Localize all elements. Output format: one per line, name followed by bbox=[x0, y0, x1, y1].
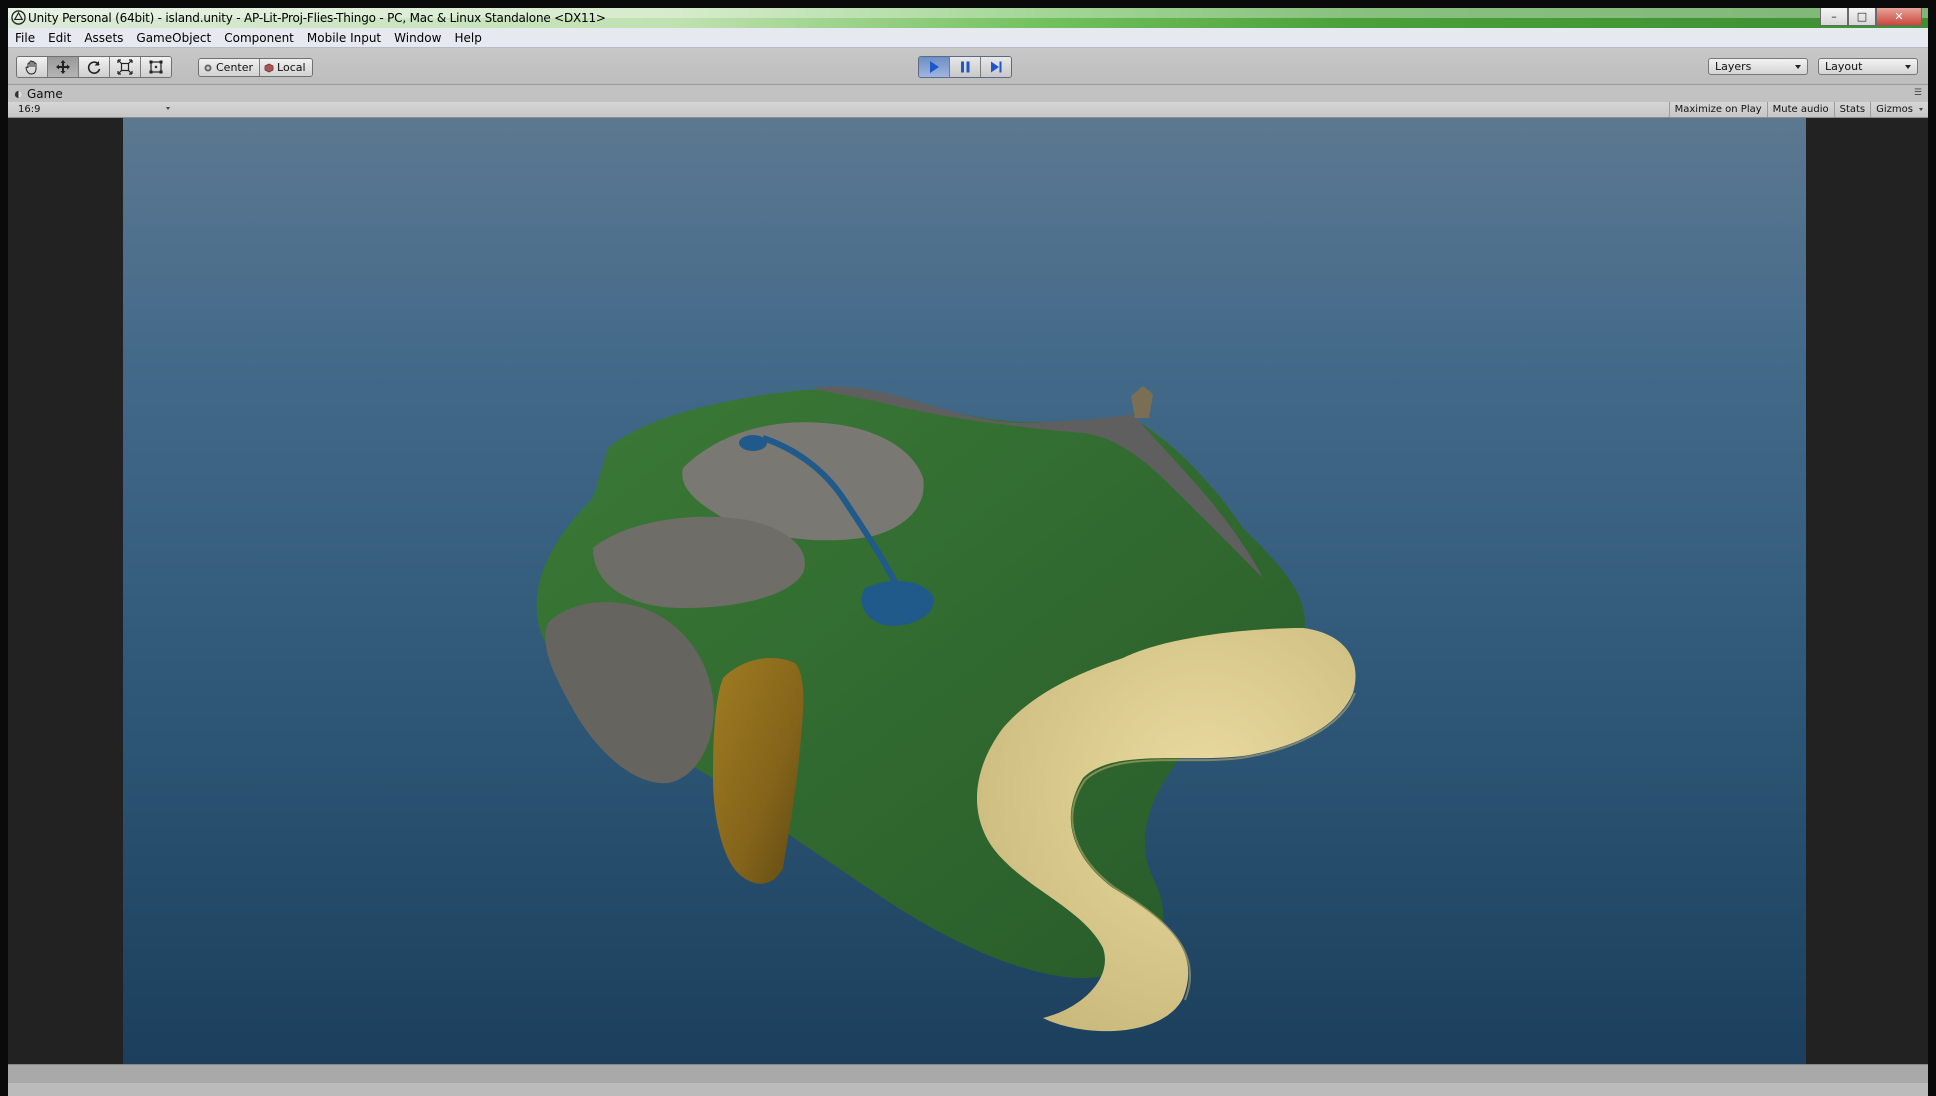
rotate-tool-button[interactable] bbox=[79, 57, 110, 77]
pause-button[interactable] bbox=[950, 57, 981, 77]
main-toolbar: Center Local Layers Layout bbox=[8, 48, 1928, 85]
play-button[interactable] bbox=[919, 57, 950, 77]
step-icon bbox=[991, 61, 1002, 73]
rect-tool-button[interactable] bbox=[141, 57, 171, 77]
minimize-button[interactable]: – bbox=[1820, 8, 1848, 26]
menu-help[interactable]: Help bbox=[447, 31, 487, 45]
rect-icon bbox=[149, 60, 163, 74]
pause-icon bbox=[961, 61, 970, 73]
mountain-west bbox=[593, 516, 805, 608]
stats-toggle[interactable]: Stats bbox=[1833, 102, 1871, 117]
pivot-controls: Center Local bbox=[198, 58, 313, 77]
tab-game-label: Game bbox=[27, 87, 63, 101]
step-button[interactable] bbox=[981, 57, 1011, 77]
mute-audio-toggle[interactable]: Mute audio bbox=[1766, 102, 1834, 117]
unity-logo-icon bbox=[11, 10, 26, 25]
aspect-ratio-label: 16:9 bbox=[18, 103, 41, 115]
island-scene bbox=[123, 118, 1806, 1064]
pivot-local-label: Local bbox=[277, 61, 306, 74]
menu-window[interactable]: Window bbox=[387, 31, 447, 45]
game-view-icon bbox=[14, 90, 23, 98]
title-bar[interactable]: Unity Personal (64bit) - island.unity - … bbox=[8, 8, 1928, 28]
window-controls: – □ ✕ bbox=[1820, 8, 1922, 26]
menu-file[interactable]: File bbox=[8, 31, 41, 45]
pivot-local-button[interactable]: Local bbox=[260, 59, 312, 76]
scale-icon bbox=[117, 59, 133, 75]
pivot-center-label: Center bbox=[216, 61, 254, 74]
transform-tools bbox=[16, 56, 172, 78]
menu-assets[interactable]: Assets bbox=[77, 31, 129, 45]
unity-window: Unity Personal (64bit) - island.unity - … bbox=[8, 8, 1928, 1096]
chevron-down-icon bbox=[1795, 65, 1801, 69]
bottom-tab-strip bbox=[8, 1083, 1928, 1096]
scale-tool-button[interactable] bbox=[110, 57, 141, 77]
panel-menu-icon[interactable]: ☰ bbox=[1914, 88, 1922, 98]
layout-dropdown-label: Layout bbox=[1825, 60, 1863, 73]
menu-gameobject[interactable]: GameObject bbox=[129, 31, 217, 45]
lake bbox=[739, 435, 767, 451]
pivot-icon bbox=[204, 64, 212, 71]
pivot-center-button[interactable]: Center bbox=[199, 59, 261, 76]
chevron-down-icon bbox=[1919, 108, 1923, 111]
hand-icon bbox=[25, 60, 37, 75]
rotate-icon bbox=[87, 61, 101, 74]
gizmos-label: Gizmos bbox=[1876, 104, 1913, 115]
menu-edit[interactable]: Edit bbox=[41, 31, 77, 45]
close-button[interactable]: ✕ bbox=[1876, 8, 1922, 26]
playback-controls bbox=[918, 56, 1012, 78]
chevron-down-icon bbox=[166, 107, 170, 110]
status-bar bbox=[8, 1064, 1928, 1096]
layers-dropdown[interactable]: Layers bbox=[1708, 58, 1808, 75]
play-icon bbox=[930, 61, 939, 73]
maximize-button[interactable]: □ bbox=[1848, 8, 1876, 26]
local-space-icon bbox=[264, 63, 274, 72]
gizmos-dropdown[interactable]: Gizmos bbox=[1870, 102, 1928, 117]
menu-bar: File Edit Assets GameObject Component Mo… bbox=[8, 28, 1928, 48]
game-tab-row: Game ☰ bbox=[8, 85, 1928, 102]
move-icon bbox=[56, 60, 70, 74]
move-tool-button[interactable] bbox=[48, 57, 79, 77]
tab-game[interactable]: Game bbox=[14, 86, 63, 102]
game-viewport[interactable] bbox=[8, 118, 1928, 1064]
game-view-toggles: Maximize on Play Mute audio Stats Gizmos bbox=[1668, 102, 1928, 117]
chevron-down-icon bbox=[1905, 65, 1911, 69]
layers-dropdown-label: Layers bbox=[1715, 60, 1752, 73]
menu-component[interactable]: Component bbox=[217, 31, 300, 45]
hand-tool-button[interactable] bbox=[17, 57, 48, 77]
aspect-ratio-dropdown[interactable]: 16:9 bbox=[11, 102, 173, 116]
game-view-controls: 16:9 Maximize on Play Mute audio Stats G… bbox=[8, 102, 1928, 118]
menu-mobile-input[interactable]: Mobile Input bbox=[300, 31, 387, 45]
layout-dropdown[interactable]: Layout bbox=[1818, 58, 1918, 75]
maximize-on-play-toggle[interactable]: Maximize on Play bbox=[1668, 102, 1767, 117]
window-title: Unity Personal (64bit) - island.unity - … bbox=[28, 11, 606, 25]
